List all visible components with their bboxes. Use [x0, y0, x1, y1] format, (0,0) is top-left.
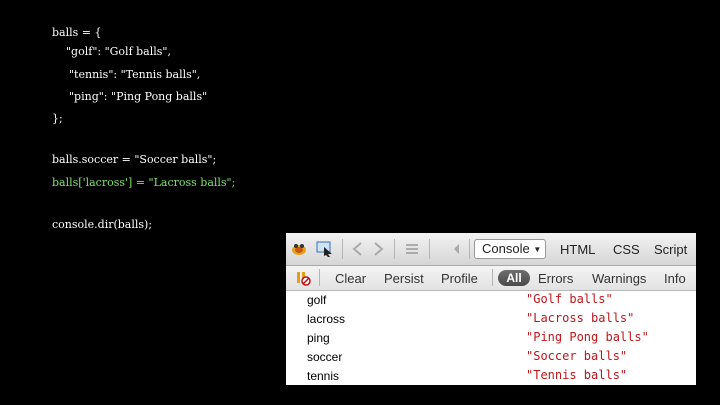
- toolbar-divider: [319, 269, 320, 286]
- filter-all-button[interactable]: All: [498, 270, 530, 286]
- tab-css[interactable]: CSS: [613, 242, 640, 257]
- code-line: balls = {: [52, 26, 102, 39]
- menu-arrow-icon[interactable]: [448, 240, 466, 258]
- tab-console[interactable]: Console ▼: [474, 239, 546, 259]
- filter-errors-button[interactable]: Errors: [538, 271, 573, 286]
- inspect-icon[interactable]: [316, 240, 334, 258]
- code-line: };: [52, 112, 63, 125]
- persist-button[interactable]: Persist: [384, 271, 424, 286]
- code-line: console.dir(balls);: [52, 218, 153, 231]
- code-line: "tennis": "Tennis balls",: [69, 68, 201, 81]
- forward-icon[interactable]: [370, 240, 388, 258]
- property-key: ping: [307, 331, 330, 345]
- code-line-highlighted: balls['lacross'] = "Lacross balls";: [52, 176, 236, 189]
- firebug-icon[interactable]: [290, 240, 308, 258]
- toolbar-divider: [429, 239, 430, 259]
- code-line: "ping": "Ping Pong balls": [69, 90, 208, 103]
- code-line: "golf": "Golf balls",: [66, 45, 171, 58]
- clear-button[interactable]: Clear: [335, 271, 366, 286]
- list-icon[interactable]: [403, 240, 421, 258]
- object-property-row[interactable]: ping "Ping Pong balls": [286, 329, 696, 348]
- tab-script[interactable]: Script: [654, 242, 687, 257]
- object-property-row[interactable]: tennis "Tennis balls": [286, 367, 696, 385]
- property-value: "Tennis balls": [526, 368, 628, 382]
- pause-icon[interactable]: [294, 269, 312, 287]
- object-property-row[interactable]: golf "Golf balls": [286, 291, 696, 310]
- filter-warnings-button[interactable]: Warnings: [592, 271, 646, 286]
- firebug-panel: Console ▼ HTML CSS Script Clear Persist …: [286, 233, 696, 385]
- profile-button[interactable]: Profile: [441, 271, 478, 286]
- property-value: "Soccer balls": [526, 349, 628, 363]
- object-property-row[interactable]: soccer "Soccer balls": [286, 348, 696, 367]
- property-key: tennis: [307, 369, 340, 383]
- property-value: "Lacross balls": [526, 311, 635, 325]
- console-filter-bar: Clear Persist Profile All Errors Warning…: [286, 266, 696, 291]
- chevron-down-icon: ▼: [533, 245, 542, 254]
- property-value: "Ping Pong balls": [526, 330, 649, 344]
- filter-info-button[interactable]: Info: [664, 271, 686, 286]
- object-property-row[interactable]: lacross "Lacross balls": [286, 310, 696, 329]
- toolbar-divider: [342, 239, 343, 259]
- toolbar-divider: [394, 239, 395, 259]
- code-line: balls.soccer = "Soccer balls";: [52, 153, 217, 166]
- toolbar-divider: [492, 269, 493, 286]
- property-key: lacross: [307, 312, 346, 326]
- tab-console-label: Console: [482, 241, 530, 256]
- property-key: soccer: [307, 350, 343, 364]
- property-key: golf: [307, 293, 327, 307]
- back-icon[interactable]: [348, 240, 366, 258]
- toolbar-divider: [469, 239, 470, 259]
- tab-html[interactable]: HTML: [560, 242, 595, 257]
- firebug-toolbar: Console ▼ HTML CSS Script: [286, 233, 696, 266]
- code-snippet: balls = { "golf": "Golf balls", "tennis"…: [0, 0, 720, 240]
- property-value: "Golf balls": [526, 292, 613, 306]
